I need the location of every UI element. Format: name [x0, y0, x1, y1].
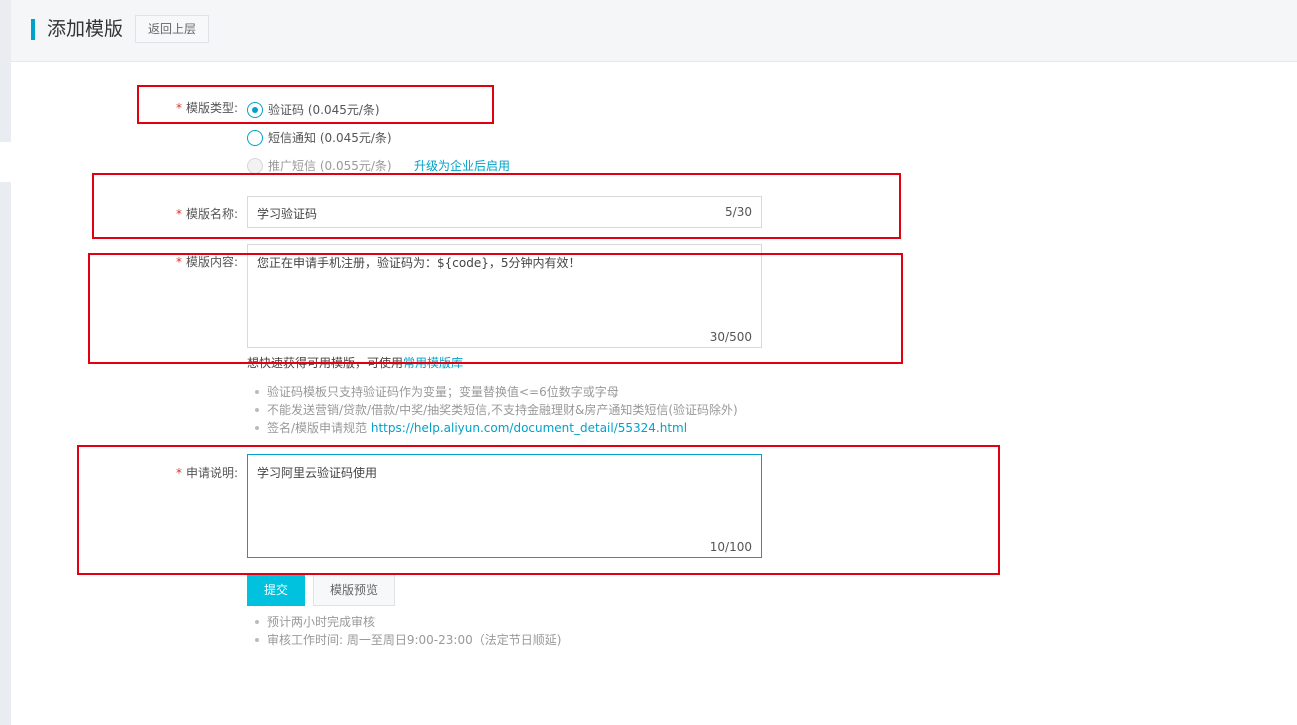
required-marker: *	[175, 207, 182, 221]
radio-label: 短信通知 (0.045元/条)	[268, 131, 392, 145]
required-marker: *	[175, 255, 182, 269]
list-item: 审核工作时间: 周一至周日9:00-23:00（法定节日顺延)	[255, 631, 561, 649]
radio-checked-icon[interactable]	[247, 101, 263, 118]
required-marker: *	[175, 466, 182, 480]
rule-text: 签名/模版申请规范	[267, 421, 371, 435]
list-item: 预计两小时完成审核	[255, 613, 561, 631]
radio-disabled-icon	[247, 157, 263, 174]
review-notes-list: 预计两小时完成审核 审核工作时间: 周一至周日9:00-23:00（法定节日顺延…	[255, 613, 561, 649]
label-text: 模版内容:	[185, 255, 238, 269]
required-marker: *	[175, 101, 182, 115]
template-type-label: * 模版类型:	[138, 99, 238, 116]
list-item: 验证码模板只支持验证码作为变量；变量替换值<=6位数字或字母	[255, 383, 738, 401]
template-content-label: * 模版内容:	[138, 253, 238, 270]
label-text: 模版名称:	[185, 207, 238, 221]
submit-button[interactable]: 提交	[247, 574, 305, 606]
label-text: 模版类型:	[185, 101, 238, 115]
input-value: 学习验证码	[257, 207, 318, 221]
page-header: 添加模版 返回上层	[11, 0, 1297, 62]
list-item: 不能发送营销/贷款/借款/中奖/抽奖类短信,不支持金融理财&房产通知类短信(验证…	[255, 401, 738, 419]
radio-verification-code[interactable]: 验证码 (0.045元/条)	[247, 101, 380, 118]
radio-unchecked-icon[interactable]	[247, 129, 263, 146]
char-counter: 10/100	[709, 540, 752, 554]
textarea-value: 学习阿里云验证码使用	[257, 466, 378, 480]
template-content-textarea[interactable]: 您正在申请手机注册，验证码为：${code}，5分钟内有效！ 30/500	[247, 244, 762, 348]
list-item: 签名/模版申请规范 https://help.aliyun.com/docume…	[255, 419, 738, 437]
template-rules-list: 验证码模板只支持验证码作为变量；变量替换值<=6位数字或字母 不能发送营销/贷款…	[255, 383, 738, 437]
application-description-label: * 申请说明:	[138, 464, 238, 481]
template-library-hint: 想快速获得可用模版，可使用常用模版库	[247, 354, 463, 371]
radio-label: 验证码 (0.045元/条)	[268, 103, 380, 117]
upgrade-enterprise-link[interactable]: 升级为企业后启用	[414, 157, 510, 174]
application-description-textarea[interactable]: 学习阿里云验证码使用 10/100	[247, 454, 762, 558]
template-library-link[interactable]: 常用模版库	[403, 356, 463, 370]
sidebar-edge	[0, 182, 11, 725]
sidebar-edge	[0, 0, 11, 142]
hint-text: 想快速获得可用模版，可使用	[247, 356, 404, 370]
rule-doc-link[interactable]: https://help.aliyun.com/document_detail/…	[371, 421, 687, 435]
label-text: 申请说明:	[185, 466, 238, 480]
back-button[interactable]: 返回上层	[135, 15, 209, 43]
textarea-value: 您正在申请手机注册，验证码为：${code}，5分钟内有效！	[257, 256, 581, 270]
radio-label: 推广短信 (0.055元/条)	[268, 159, 392, 173]
template-name-input[interactable]: 学习验证码 5/30	[247, 196, 762, 228]
title-accent-bar	[31, 19, 35, 40]
char-counter: 30/500	[709, 330, 752, 344]
radio-notification[interactable]: 短信通知 (0.045元/条)	[247, 129, 392, 146]
template-name-label: * 模版名称:	[138, 205, 238, 222]
radio-promotion: 推广短信 (0.055元/条)	[247, 157, 392, 174]
page-title: 添加模版	[47, 18, 124, 40]
char-counter: 5/30	[725, 205, 752, 219]
template-preview-button[interactable]: 模版预览	[313, 574, 395, 606]
